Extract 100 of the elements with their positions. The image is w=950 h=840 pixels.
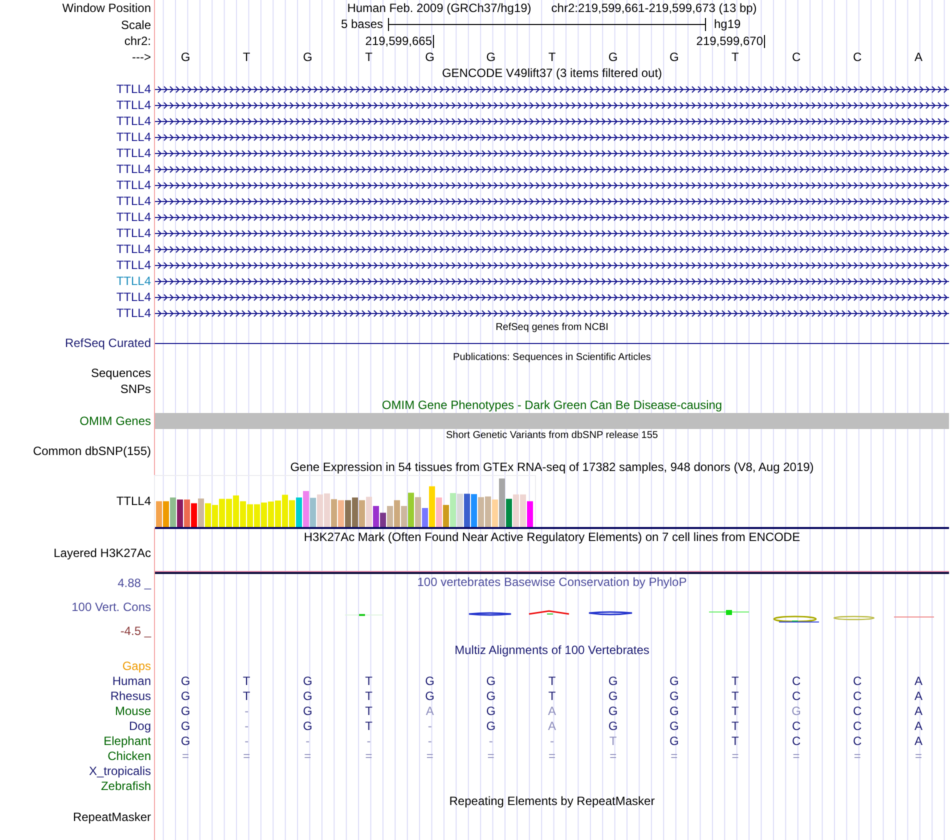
track-title: Short Genetic Variants from dbSNP release 155 bbox=[446, 429, 658, 443]
base-letter: C bbox=[852, 674, 863, 688]
base-letter: G bbox=[424, 688, 436, 702]
base-letter: T bbox=[608, 734, 618, 748]
base-letter: = bbox=[486, 748, 496, 762]
gene-strand-line[interactable] bbox=[155, 166, 949, 172]
base-letter: G bbox=[180, 704, 192, 718]
base-letter: G bbox=[607, 50, 619, 64]
species-label[interactable]: Mouse bbox=[114, 704, 151, 718]
track-title: Repeating Elements by RepeatMasker bbox=[449, 794, 655, 808]
base-letter: T bbox=[364, 50, 374, 64]
gene-label[interactable]: TTLL4 bbox=[116, 290, 151, 304]
base-letter: G bbox=[485, 674, 497, 688]
track-label[interactable]: SNPs bbox=[120, 382, 151, 396]
base-letter: T bbox=[242, 674, 252, 688]
gene-label[interactable]: TTLL4 bbox=[116, 494, 151, 508]
assembly-label: hg19 bbox=[714, 17, 741, 31]
base-letter: = bbox=[303, 748, 312, 762]
gene-strand-line[interactable] bbox=[155, 198, 949, 204]
base-letter: - bbox=[244, 734, 250, 748]
gene-strand-line[interactable] bbox=[155, 86, 949, 92]
gene-strand-line[interactable] bbox=[155, 230, 949, 236]
gene-strand-line[interactable] bbox=[155, 294, 949, 300]
base-letter: C bbox=[852, 734, 863, 748]
base-letter: G bbox=[180, 734, 192, 748]
base-letter: G bbox=[607, 688, 619, 702]
gene-strand-line[interactable] bbox=[155, 278, 949, 284]
gene-label[interactable]: TTLL4 bbox=[116, 98, 151, 112]
base-letter: G bbox=[424, 50, 436, 64]
gene-label[interactable]: TTLL4 bbox=[116, 242, 151, 256]
track-label[interactable]: Sequences bbox=[90, 366, 151, 380]
species-label[interactable]: Rhesus bbox=[110, 688, 151, 702]
base-letter: G bbox=[485, 50, 497, 64]
gene-label[interactable]: TTLL4 bbox=[116, 274, 151, 288]
gene-strand-line[interactable] bbox=[155, 134, 949, 140]
gene-label[interactable]: TTLL4 bbox=[116, 130, 151, 144]
base-letter: G bbox=[668, 718, 680, 732]
base-letter: T bbox=[547, 688, 557, 702]
gene-label[interactable]: TTLL4 bbox=[116, 162, 151, 176]
row-label: Window Position bbox=[62, 1, 151, 15]
base-letter: = bbox=[181, 748, 190, 762]
base-letter: G bbox=[424, 674, 436, 688]
gene-strand-line[interactable] bbox=[155, 310, 949, 316]
gene-label[interactable]: TTLL4 bbox=[116, 114, 151, 128]
base-letter: G bbox=[607, 674, 619, 688]
species-label[interactable]: Human bbox=[112, 674, 151, 688]
track-label[interactable]: RepeatMasker bbox=[72, 810, 151, 824]
base-letter: G bbox=[607, 704, 619, 718]
base-letter: T bbox=[730, 734, 740, 748]
base-letter: = bbox=[792, 748, 801, 762]
base-letter: G bbox=[180, 674, 192, 688]
species-label[interactable]: Chicken bbox=[108, 748, 151, 762]
base-letter: C bbox=[852, 704, 863, 718]
base-letter: G bbox=[485, 718, 497, 732]
track-label[interactable]: Common dbSNP(155) bbox=[32, 444, 151, 458]
gene-strand-line[interactable] bbox=[155, 118, 949, 124]
gene-label[interactable]: TTLL4 bbox=[116, 306, 151, 320]
track-title: H3K27Ac Mark (Often Found Near Active Regulatory Elements) on 7 cell lines from ENCODE bbox=[304, 530, 800, 544]
gene-strand-line[interactable] bbox=[155, 182, 949, 188]
position-text: chr2:219,599,661-219,599,673 (13 bp) bbox=[551, 1, 757, 15]
gene-strand-line[interactable] bbox=[155, 214, 949, 220]
base-letter: G bbox=[302, 688, 314, 702]
gene-strand-line[interactable] bbox=[155, 262, 949, 268]
species-label[interactable]: Elephant bbox=[104, 734, 151, 748]
gene-label[interactable]: TTLL4 bbox=[116, 194, 151, 208]
base-letter: = bbox=[608, 748, 618, 762]
base-letter: = bbox=[425, 748, 434, 762]
base-letter: A bbox=[913, 50, 924, 64]
gene-label[interactable]: TTLL4 bbox=[116, 146, 151, 160]
gene-label[interactable]: TTLL4 bbox=[116, 82, 151, 96]
base-letter: = bbox=[852, 748, 862, 762]
track-title: Publications: Sequences in Scientific Articles bbox=[453, 351, 651, 365]
base-letter: C bbox=[852, 718, 863, 732]
track-label[interactable]: OMIM Genes bbox=[80, 414, 151, 428]
gene-label[interactable]: TTLL4 bbox=[116, 258, 151, 272]
row-label: chr2: bbox=[124, 34, 151, 48]
gene-label[interactable]: TTLL4 bbox=[116, 178, 151, 192]
base-letter: G bbox=[302, 718, 314, 732]
gene-label[interactable]: TTLL4 bbox=[116, 210, 151, 224]
base-letter: G bbox=[302, 50, 314, 64]
base-letter: T bbox=[730, 718, 740, 732]
gene-strand-line[interactable] bbox=[155, 102, 949, 108]
base-letter: G bbox=[485, 688, 497, 702]
gene-strand-line[interactable] bbox=[155, 150, 949, 156]
track-label[interactable]: RefSeq Curated bbox=[64, 336, 151, 350]
base-letter: - bbox=[244, 718, 250, 732]
species-label[interactable]: Zebrafish bbox=[100, 778, 151, 792]
base-letter: T bbox=[547, 674, 557, 688]
base-letter: - bbox=[488, 734, 494, 748]
base-letter: C bbox=[852, 688, 863, 702]
track-label[interactable]: Layered H3K27Ac bbox=[54, 546, 151, 560]
gene-strand-line[interactable] bbox=[155, 246, 949, 252]
base-letter: = bbox=[547, 748, 556, 762]
track-label: -4.5 _ bbox=[120, 624, 151, 638]
gene-label[interactable]: TTLL4 bbox=[116, 226, 151, 240]
base-letter: - bbox=[426, 718, 433, 732]
base-letter: T bbox=[242, 50, 252, 64]
species-label[interactable]: X_tropicalis bbox=[88, 764, 151, 778]
species-label[interactable]: Dog bbox=[128, 718, 151, 732]
base-letter: G bbox=[668, 688, 680, 702]
